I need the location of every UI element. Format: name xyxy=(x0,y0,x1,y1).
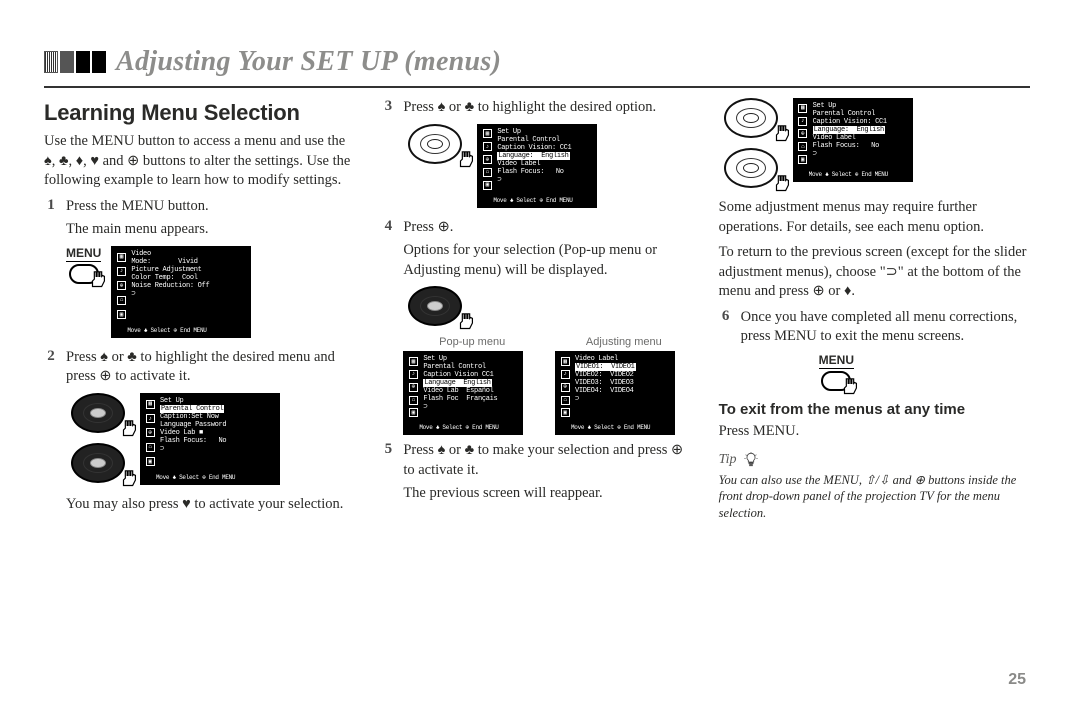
step-text: Once you have completed all menu correct… xyxy=(741,308,1030,347)
hand-icon xyxy=(87,270,109,292)
figure-step6: MENU xyxy=(819,353,1030,391)
screen-setup3: ▦♪⊕⌂▣ Set Up Parental Control Caption Vi… xyxy=(793,98,913,182)
step-4: 4 Press ⊕. xyxy=(381,218,692,238)
lightbulb-icon xyxy=(743,452,759,468)
chapter-title: Adjusting Your SET UP (menus) xyxy=(116,46,501,78)
remote-pad-figure xyxy=(403,286,467,326)
figure-step2: ▦♪⊕⌂▣ Set Up Parental Control Caption:Se… xyxy=(66,393,355,485)
exit-body: Press MENU. xyxy=(719,422,1030,442)
step-number: 6 xyxy=(719,308,733,347)
remote-pad-figure xyxy=(66,393,130,483)
section-heading: Learning Menu Selection xyxy=(44,100,355,126)
screen-setup1: ▦♪⊕⌂▣ Set Up Parental Control Caption:Se… xyxy=(140,393,280,485)
step6-intro: Some adjustment menus may require furthe… xyxy=(719,198,1030,237)
header-rule xyxy=(44,86,1030,88)
menu-label: MENU xyxy=(819,353,854,369)
step-2-after: You may also press ♥ to activate your se… xyxy=(66,495,355,515)
hand-icon xyxy=(118,469,140,491)
step6-return: To return to the previous screen (except… xyxy=(719,243,1030,302)
hand-icon xyxy=(771,174,793,196)
step-number: 5 xyxy=(381,441,395,480)
tip-label: Tip xyxy=(719,452,737,468)
remote-pad-figure xyxy=(403,124,467,164)
step-4-after: Options for your selection (Pop-up menu … xyxy=(403,241,692,280)
figure-step4-pad xyxy=(403,286,692,326)
figure-step3: ▦♪⊕⌂▣ Set Up Parental Control Caption Vi… xyxy=(403,124,692,208)
step-number: 1 xyxy=(44,197,58,217)
tip-row: Tip xyxy=(719,452,1030,468)
step-text: Press ♠ or ♣ to highlight the desired op… xyxy=(403,98,692,118)
step-5: 5 Press ♠ or ♣ to make your selection an… xyxy=(381,441,692,480)
menu-button-figure: MENU xyxy=(66,246,101,284)
page: Adjusting Your SET UP (menus) Learning M… xyxy=(0,0,1080,717)
step-1: 1 Press the MENU button. xyxy=(44,197,355,217)
step-2: 2 Press ♠ or ♣ to highlight the desired … xyxy=(44,348,355,387)
adjusting-menu-label: Adjusting menu xyxy=(555,336,693,348)
step-1-sub: The main menu appears. xyxy=(66,220,355,240)
figure-step4-dual: Pop-up menu ▦♪⊕⌂▣ Set Up Parental Contro… xyxy=(403,336,692,435)
page-number: 25 xyxy=(1008,671,1026,689)
chapter-header: Adjusting Your SET UP (menus) xyxy=(44,46,1030,78)
step-3: 3 Press ♠ or ♣ to highlight the desired … xyxy=(381,98,692,118)
hand-icon xyxy=(771,124,793,146)
screen-adjusting: ▦♪⊕⌂▣ Video Label VIDEO1: VIDEO1 VIDEO2:… xyxy=(555,351,675,435)
header-bars-icon xyxy=(44,51,106,73)
hand-icon xyxy=(118,419,140,441)
screen-popup: ▦♪⊕⌂▣ Set Up Parental Control Caption Vi… xyxy=(403,351,523,435)
hand-icon xyxy=(455,312,477,334)
hand-icon xyxy=(455,150,477,172)
step-6: 6 Once you have completed all menu corre… xyxy=(719,308,1030,347)
step-5-after: The previous screen will reappear. xyxy=(403,484,692,504)
step-text: Press the MENU button. xyxy=(66,197,355,217)
exit-heading: To exit from the menus at any time xyxy=(719,401,1030,418)
menu-button-figure: MENU xyxy=(819,353,854,391)
screen-main-menu: ▦♪⊕⌂▣ Video Mode: Vivid Picture Adjustme… xyxy=(111,246,251,338)
step-number: 2 xyxy=(44,348,58,387)
tip-text: You can also use the MENU, ⇧/⇩ and ⊕ but… xyxy=(719,472,1030,523)
step-text: Press ♠ or ♣ to make your selection and … xyxy=(403,441,692,480)
intro-text: Use the MENU button to access a menu and… xyxy=(44,132,355,191)
step-text: Press ♠ or ♣ to highlight the desired me… xyxy=(66,348,355,387)
screen-setup2: ▦♪⊕⌂▣ Set Up Parental Control Caption Vi… xyxy=(477,124,597,208)
content-columns: Learning Menu Selection Use the MENU but… xyxy=(44,98,1030,664)
popup-menu-label: Pop-up menu xyxy=(403,336,541,348)
step-number: 3 xyxy=(381,98,395,118)
menu-label: MENU xyxy=(66,246,101,262)
step-text: Press ⊕. xyxy=(403,218,692,238)
remote-pad-figure xyxy=(719,98,783,188)
step-number: 4 xyxy=(381,218,395,238)
figure-step1: MENU ▦♪⊕⌂▣ Video Mode: Vivid Picture Adj… xyxy=(66,246,355,338)
figure-step5: ▦♪⊕⌂▣ Set Up Parental Control Caption Vi… xyxy=(719,98,1030,188)
hand-icon xyxy=(839,377,861,399)
